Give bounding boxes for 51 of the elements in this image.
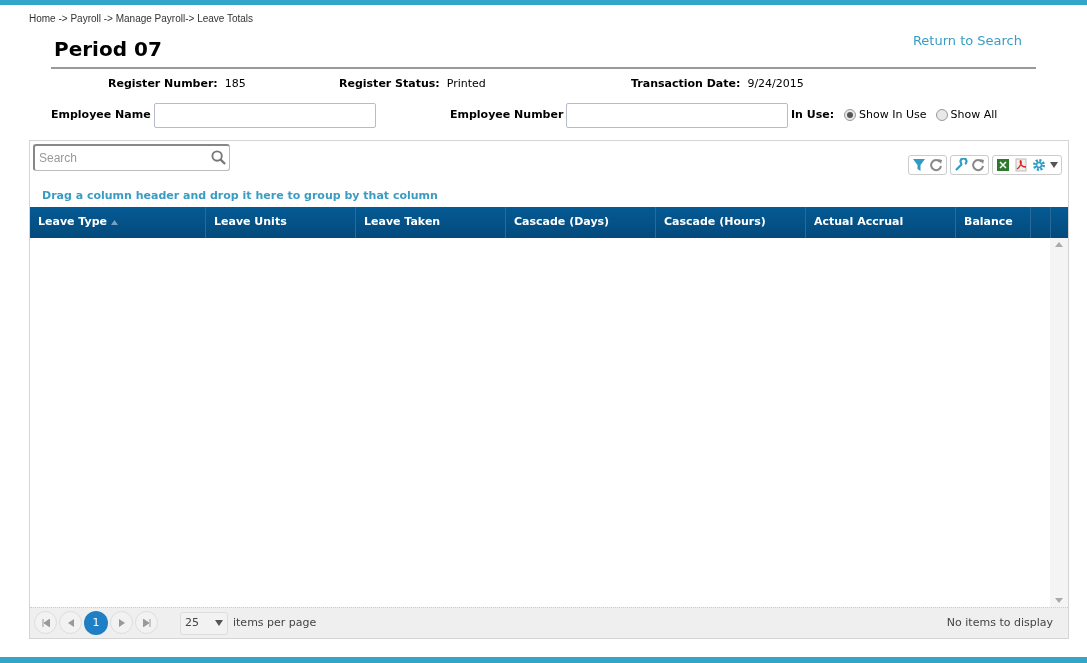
spreadsheet-icon[interactable] <box>996 157 1010 172</box>
text-field[interactable] <box>153 102 376 128</box>
left-triangle-icon <box>67 618 74 627</box>
radio-button[interactable] <box>935 109 948 121</box>
scrollbar[interactable] <box>1050 237 1068 607</box>
filter-icon[interactable] <box>912 157 926 172</box>
first-page-icon <box>41 618 50 627</box>
radio-label: Show In Use <box>859 106 927 123</box>
wrench-icon[interactable] <box>954 157 968 172</box>
refresh-icon[interactable] <box>971 157 985 172</box>
next-page-button[interactable] <box>110 611 133 634</box>
info-value: Printed <box>446 76 486 93</box>
group-hint: Drag a column header and drop it here to group by that column <box>42 187 439 204</box>
page-size-dropdown[interactable]: 25 <box>180 611 228 635</box>
first-page-button[interactable] <box>34 611 57 634</box>
dropdown-caret-icon[interactable] <box>1050 161 1058 168</box>
column-header[interactable]: Cascade (Days) <box>506 206 656 238</box>
column-header[interactable]: Balance <box>956 206 1031 238</box>
gear-icon[interactable] <box>1032 157 1046 172</box>
right-triangle-icon <box>118 618 125 627</box>
refresh-icon[interactable] <box>929 157 943 172</box>
text-field[interactable] <box>566 102 789 128</box>
radio-label: Show All <box>950 106 998 123</box>
info-label: Transaction Date: <box>631 76 741 93</box>
column-header[interactable]: Actual Accrual <box>806 206 956 238</box>
info-label: Register Status: <box>339 76 440 93</box>
pager-status: No items to display <box>946 614 1053 631</box>
column-header[interactable]: Leave Type <box>30 206 206 238</box>
info-value: 9/24/2015 <box>747 76 804 93</box>
scroll-up-icon[interactable] <box>1055 241 1063 247</box>
radio-button[interactable] <box>844 109 857 121</box>
info-value: 185 <box>224 76 246 93</box>
field-label: Employee Name <box>51 106 151 123</box>
page-button[interactable]: 1 <box>84 611 108 635</box>
previous-page-button[interactable] <box>59 611 82 634</box>
page-size-label: items per page <box>233 614 317 631</box>
field-label: Employee Number <box>450 106 564 123</box>
column-header[interactable]: Leave Units <box>206 206 356 238</box>
info-label: Register Number: <box>108 76 218 93</box>
last-page-button[interactable] <box>135 611 158 634</box>
breadcrumb: Home -> Payroll -> Manage Payroll-> Leave Totals <box>29 12 255 25</box>
pdf-icon[interactable] <box>1014 157 1028 172</box>
page-title: Period 07 <box>54 35 162 63</box>
last-page-icon <box>142 618 151 627</box>
column-header[interactable]: Cascade (Hours) <box>656 206 806 238</box>
search-field[interactable]: Search <box>33 143 230 171</box>
in-use-label: In Use: <box>791 106 835 123</box>
search-icon <box>211 149 226 165</box>
column-header[interactable]: Leave Taken <box>356 206 506 238</box>
scroll-down-icon[interactable] <box>1055 598 1063 603</box>
caret-icon <box>215 620 223 626</box>
